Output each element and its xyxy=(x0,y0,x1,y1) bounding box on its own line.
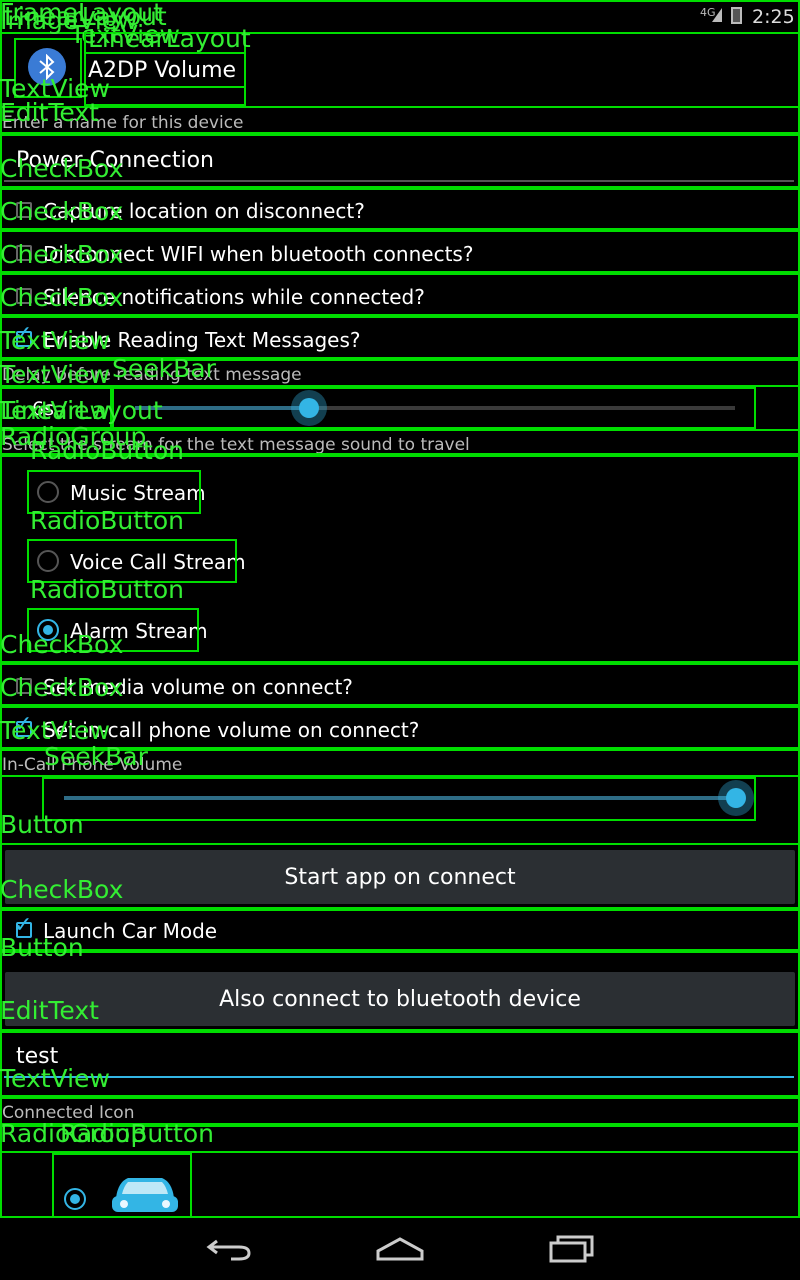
home-icon[interactable] xyxy=(374,1235,426,1263)
layout-bound-box xyxy=(27,470,201,514)
navigation-bar xyxy=(0,1218,800,1280)
layout-bound-box xyxy=(0,706,800,749)
layout-bound-box xyxy=(27,608,199,652)
layout-bound-box xyxy=(0,230,800,273)
layout-bound-box xyxy=(0,106,800,134)
layout-bound-box xyxy=(0,429,800,455)
layout-bound-box xyxy=(84,32,246,106)
layout-bound-box xyxy=(0,909,800,951)
layout-bound-box xyxy=(0,387,756,429)
layout-bound-box xyxy=(0,843,800,909)
layout-bound-box xyxy=(0,1031,800,1097)
layout-bound-box xyxy=(14,38,82,98)
layout-bound-box xyxy=(0,134,800,188)
layout-bound-box xyxy=(0,316,800,359)
layout-bound-box xyxy=(0,188,800,230)
layout-bound-box xyxy=(52,1153,192,1218)
layout-bound-box xyxy=(0,273,800,316)
layout-bound-box xyxy=(0,1097,800,1125)
recents-icon[interactable] xyxy=(548,1234,596,1264)
layout-bound-box xyxy=(0,749,800,777)
layout-bound-box xyxy=(0,1125,800,1153)
back-icon[interactable] xyxy=(205,1235,255,1263)
layout-bound-box xyxy=(0,663,800,706)
layout-bound-box xyxy=(0,951,800,1031)
layout-bound-box xyxy=(0,359,800,387)
layout-bound-box xyxy=(42,777,756,821)
layout-bound-box xyxy=(27,539,237,583)
